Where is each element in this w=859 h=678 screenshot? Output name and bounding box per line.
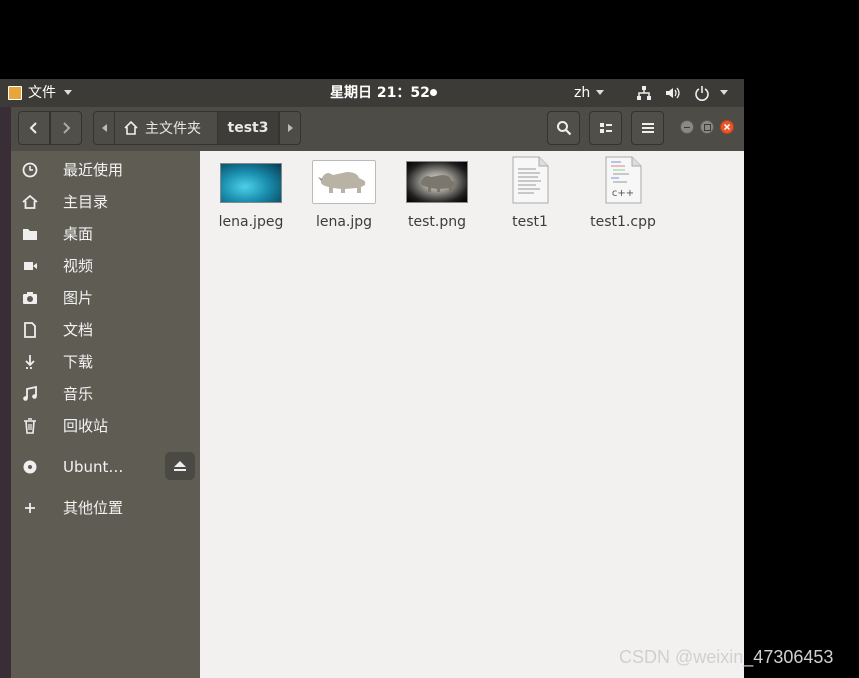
sidebar-item-label: 文档 — [63, 321, 94, 339]
language-indicator[interactable]: zh — [574, 79, 610, 107]
sidebar-item-label: 图片 — [63, 289, 94, 307]
plus-icon — [25, 503, 35, 513]
power-icon — [695, 86, 709, 101]
file-name: test1.cpp — [590, 214, 656, 230]
hamburger-icon — [641, 123, 654, 133]
image-thumbnail — [406, 161, 468, 203]
sidebar-item-downloads[interactable]: 下载 — [11, 346, 200, 378]
file-item[interactable]: c++ test1.cpp — [583, 156, 663, 239]
volume-icon — [666, 87, 680, 99]
maximize-icon — [704, 124, 711, 131]
file-item[interactable]: lena.jpeg — [211, 159, 291, 239]
app-menu-label: 文件 — [28, 85, 56, 101]
watermark: CSDN @weixin_47306453 — [619, 647, 834, 667]
search-button[interactable] — [547, 111, 580, 145]
back-button[interactable] — [18, 111, 50, 145]
sidebar-item-label: Ubunt… — [63, 458, 124, 476]
home-icon — [124, 120, 138, 135]
close-icon — [723, 123, 731, 131]
files-app-icon — [8, 86, 22, 100]
sidebar-item-label: 其他位置 — [63, 499, 124, 517]
path-scroll-left-button[interactable] — [93, 111, 115, 145]
menu-button[interactable] — [631, 111, 664, 145]
minimize-icon — [684, 127, 690, 128]
triangle-left-icon — [101, 124, 107, 132]
language-label: zh — [574, 85, 591, 101]
text-document-icon — [512, 156, 549, 204]
sidebar-item-videos[interactable]: 视频 — [11, 250, 200, 282]
sidebar-item-other-locations[interactable]: 其他位置 — [11, 492, 200, 524]
notification-dot-icon — [430, 89, 437, 96]
trash-icon — [24, 418, 36, 434]
sidebar-item-label: 下载 — [63, 353, 94, 371]
sidebar-item-label: 回收站 — [63, 417, 109, 435]
clock-text: 星期日 21：52 — [330, 85, 430, 101]
sidebar-item-trash[interactable]: 回收站 — [11, 410, 200, 442]
forward-button[interactable] — [50, 111, 82, 145]
document-icon — [24, 322, 36, 338]
eject-icon — [174, 461, 186, 471]
file-name: lena.jpg — [315, 214, 373, 230]
minimize-button[interactable] — [680, 120, 694, 134]
top-panel: 文件 星期日 21：52 zh — [0, 79, 744, 107]
breadcrumb-home-label: 主文件夹 — [145, 121, 201, 137]
chevron-down-icon — [720, 90, 728, 95]
camera-icon — [23, 292, 37, 304]
close-button[interactable] — [720, 120, 734, 134]
app-menu[interactable]: 文件 — [6, 79, 76, 107]
home-icon — [22, 194, 38, 209]
image-thumbnail — [312, 160, 376, 204]
sidebar-item-home[interactable]: 主目录 — [11, 186, 200, 218]
sidebar-item-label: 最近使用 — [63, 161, 124, 179]
video-icon — [24, 262, 37, 270]
cpp-badge: c++ — [611, 188, 635, 199]
rhino-image-icon — [421, 175, 456, 192]
eject-button[interactable] — [165, 452, 195, 480]
file-item[interactable]: test.png — [397, 159, 477, 239]
chevron-down-icon — [596, 90, 604, 95]
sidebar-item-recent[interactable]: 最近使用 — [11, 154, 200, 186]
view-toggle-button[interactable] — [589, 111, 622, 145]
disc-icon — [23, 460, 37, 474]
sidebar-item-label: 桌面 — [63, 225, 94, 243]
sidebar-item-music[interactable]: 音乐 — [11, 378, 200, 410]
breadcrumb-home[interactable]: 主文件夹 — [115, 111, 217, 145]
breadcrumb-current-label: test3 — [227, 120, 269, 136]
sidebar-item-desktop[interactable]: 桌面 — [11, 218, 200, 250]
download-icon — [25, 355, 35, 369]
sidebar-item-pictures[interactable]: 图片 — [11, 282, 200, 314]
clock[interactable]: 星期日 21：52 — [330, 79, 450, 107]
breadcrumb-current[interactable]: test3 — [217, 111, 279, 145]
path-scroll-right-button[interactable] — [279, 111, 301, 145]
file-item[interactable]: lena.jpg — [304, 159, 384, 239]
sidebar: 最近使用 主目录 桌面 视频 图片 文档 下载 音乐 回收站 Ubunt… 其他… — [11, 151, 200, 678]
chevron-right-icon — [63, 122, 71, 134]
network-icon — [637, 86, 651, 100]
sidebar-item-documents[interactable]: 文档 — [11, 314, 200, 346]
header-bar: 主文件夹 test3 — [0, 107, 744, 152]
launcher-edge — [0, 107, 11, 678]
file-name: test.png — [408, 214, 466, 230]
folder-icon — [23, 229, 37, 240]
file-view: lena.jpeg lena.jpg test.png test1 c++ te… — [200, 151, 744, 678]
chevron-down-icon — [64, 90, 72, 95]
file-name: lena.jpeg — [218, 214, 284, 230]
file-name: test1 — [512, 214, 548, 230]
rhino-image-icon — [318, 172, 366, 193]
music-icon — [23, 385, 37, 401]
maximize-button[interactable] — [700, 120, 714, 134]
triangle-right-icon — [287, 124, 293, 132]
chevron-left-icon — [29, 122, 37, 134]
sidebar-item-drive[interactable]: Ubunt… — [11, 451, 200, 483]
list-view-icon — [599, 123, 612, 133]
search-icon — [556, 121, 571, 136]
file-item[interactable]: test1 — [490, 156, 570, 239]
clock-icon — [22, 162, 38, 178]
sidebar-item-label: 视频 — [63, 257, 94, 275]
system-menu[interactable] — [634, 79, 734, 107]
image-thumbnail — [220, 163, 282, 203]
sidebar-item-label: 主目录 — [63, 193, 109, 211]
sidebar-item-label: 音乐 — [63, 385, 94, 403]
